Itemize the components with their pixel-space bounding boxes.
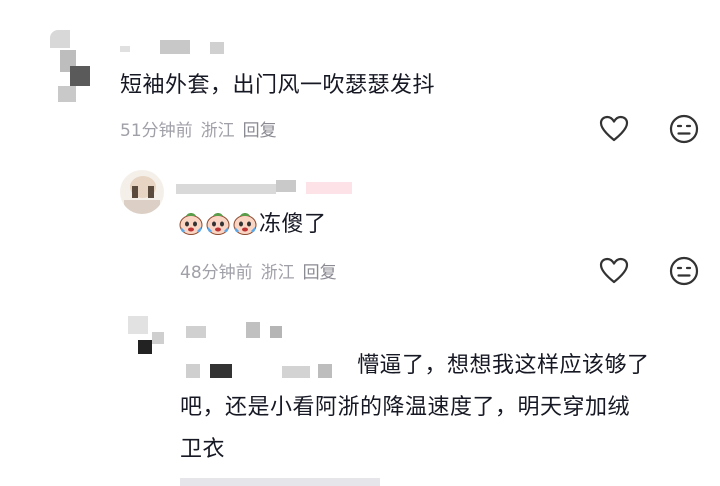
reply-text: 冻傻了: [178, 205, 327, 245]
reply-text-line: 卫衣: [180, 437, 226, 462]
heart-icon[interactable]: [598, 113, 630, 145]
reply-text-line: 懵逼了，想想我这样应该够了: [357, 353, 650, 378]
comment-time: 51分钟前: [120, 121, 193, 141]
reply-time: 48分钟前: [180, 263, 253, 283]
replier-name-redacted[interactable]: [176, 180, 366, 194]
crying-face-emoji: [205, 210, 231, 236]
reply-button[interactable]: 回复: [243, 121, 277, 141]
frown-face-icon[interactable]: [668, 113, 700, 145]
reply-target-redacted[interactable]: [186, 362, 346, 378]
comment-location: 浙江: [200, 121, 235, 141]
commenter-name-redacted[interactable]: [120, 40, 230, 54]
reply-text-line: 吧，还是小看阿浙的降温速度了，明天穿加绒: [180, 395, 631, 420]
comment-meta: 51分钟前 浙江 回复: [120, 116, 285, 141]
replier-avatar[interactable]: [124, 314, 168, 358]
commenter-avatar[interactable]: [50, 30, 102, 102]
reply-button[interactable]: 回复: [303, 263, 337, 283]
comment-text: 短袖外套，出门风一吹瑟瑟发抖: [120, 73, 436, 98]
cut-off-meta: [180, 478, 380, 486]
crying-face-emoji: [178, 210, 204, 236]
frown-face-icon[interactable]: [668, 255, 700, 287]
replier-name-redacted[interactable]: [186, 322, 306, 338]
reply-location: 浙江: [260, 263, 295, 283]
crying-face-emoji: [232, 210, 258, 236]
reply-text-content: 冻傻了: [259, 212, 327, 237]
reply-meta: 48分钟前 浙江 回复: [180, 258, 345, 283]
replier-avatar[interactable]: [120, 170, 164, 214]
heart-icon[interactable]: [598, 255, 630, 287]
